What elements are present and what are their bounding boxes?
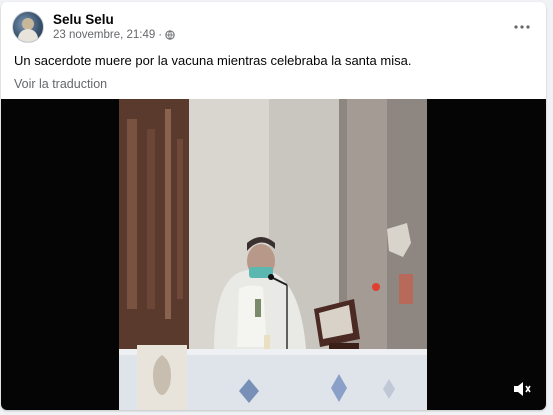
avatar[interactable]	[12, 11, 44, 43]
meta-separator: ·	[158, 29, 163, 41]
translate-link[interactable]: Voir la traduction	[14, 77, 107, 91]
more-options-icon[interactable]	[512, 17, 532, 37]
video-player[interactable]	[1, 99, 546, 410]
post-date[interactable]: 23 novembre, 21:49	[53, 29, 155, 41]
post-card: Selu Selu 23 novembre, 21:49 · Un sacerd…	[1, 2, 546, 410]
post-text: Un sacerdote muere por la vacuna mientra…	[14, 53, 412, 68]
author-name[interactable]: Selu Selu	[53, 12, 114, 27]
volume-muted-icon[interactable]	[512, 380, 532, 398]
video-frame[interactable]	[119, 99, 427, 410]
globe-icon	[165, 30, 175, 40]
avatar-body	[18, 29, 38, 42]
post-meta: 23 novembre, 21:49 ·	[53, 29, 175, 41]
post-header: Selu Selu 23 novembre, 21:49 ·	[1, 2, 546, 50]
